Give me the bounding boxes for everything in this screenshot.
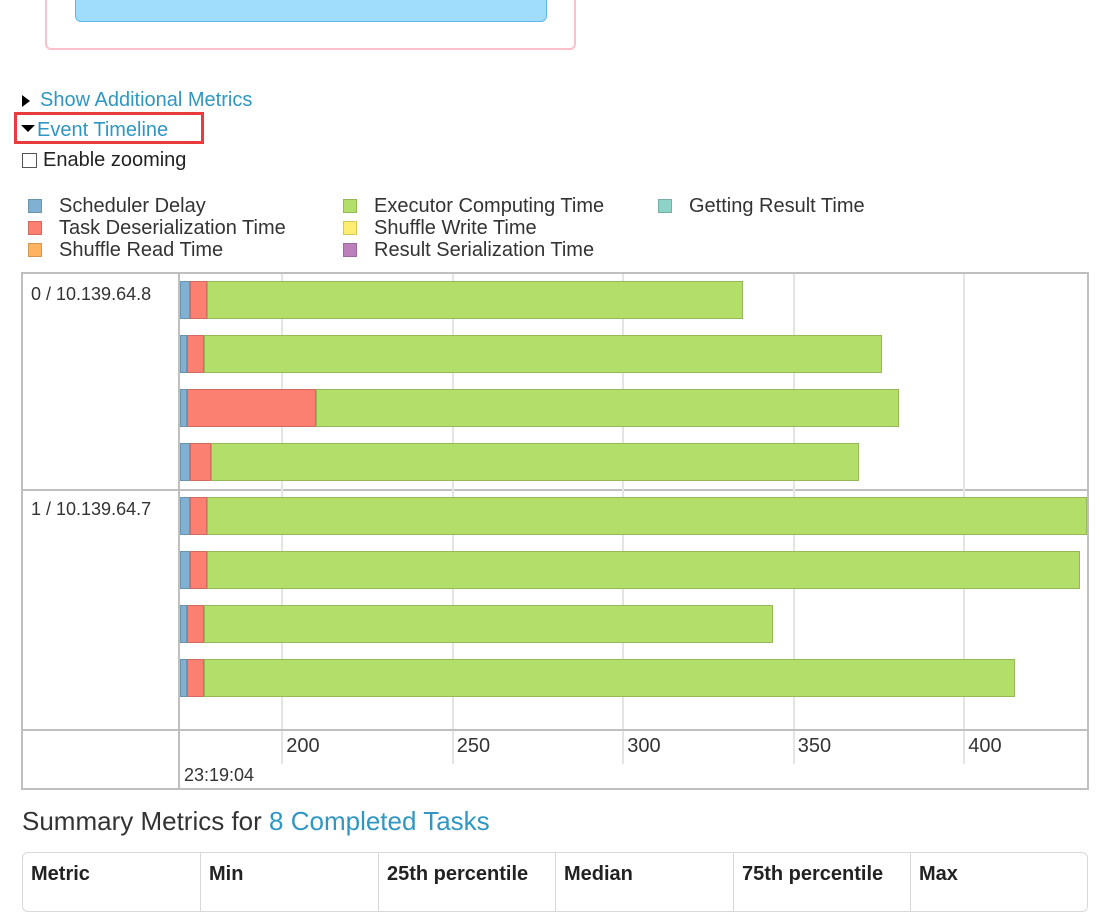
enable-zooming-label: Enable zooming — [43, 149, 187, 171]
task-deserialization-segment[interactable] — [190, 497, 208, 535]
legend-label: Getting Result Time — [689, 195, 865, 217]
scheduler-delay-segment[interactable] — [180, 335, 187, 373]
event-timeline-toggle[interactable]: Event Timeline — [14, 112, 204, 144]
executor-computing-segment[interactable] — [207, 281, 743, 319]
legend-label: Executor Computing Time — [374, 195, 605, 217]
col-header-75th[interactable]: 75th percentile — [742, 863, 883, 886]
axis-tick-200 — [281, 731, 284, 764]
scheduler-delay-segment[interactable] — [180, 659, 187, 697]
column-divider — [200, 853, 201, 911]
collapse-arrow-icon — [21, 125, 35, 132]
event-timeline-chart[interactable]: 0 / 10.139.64.8 1 / 10.139.64.7 200 250 30… — [21, 272, 1089, 790]
axis-tick-label: 400 — [968, 735, 1002, 757]
col-header-metric[interactable]: Metric — [31, 863, 90, 886]
task-deserialization-segment[interactable] — [190, 281, 208, 319]
axis-tick-label: 350 — [797, 735, 832, 757]
summary-title-prefix: Summary Metrics for — [22, 806, 270, 836]
executor-computing-segment[interactable] — [203, 605, 774, 643]
legend-swatch — [343, 243, 357, 257]
legend-swatch — [343, 199, 357, 213]
legend-label: Task Deserialization Time — [59, 217, 286, 239]
executor-computing-segment[interactable] — [203, 659, 1016, 697]
scheduler-delay-segment[interactable] — [180, 605, 187, 643]
col-header-min[interactable]: Min — [209, 863, 243, 886]
executor-computing-segment[interactable] — [207, 551, 1081, 589]
axis-tick-300 — [622, 731, 625, 764]
axis-divider — [23, 729, 1087, 731]
dag-stage-node[interactable] — [75, 0, 547, 22]
task-deserialization-segment[interactable] — [190, 443, 211, 481]
legend-label: Shuffle Read Time — [59, 239, 224, 261]
event-timeline-link[interactable]: Event Timeline — [37, 119, 168, 141]
task-deserialization-segment[interactable] — [190, 551, 208, 589]
column-divider — [555, 853, 556, 911]
enable-zooming-checkbox[interactable] — [22, 153, 37, 168]
executor-computing-segment[interactable] — [203, 335, 883, 373]
executor-label-1: 1 / 10.139.64.7 — [31, 499, 152, 519]
scheduler-delay-segment[interactable] — [180, 497, 191, 535]
show-additional-metrics-link[interactable]: Show Additional Metrics — [40, 89, 252, 111]
axis-date-label: 23:19:04 — [184, 765, 255, 785]
axis-tick-350 — [792, 731, 795, 764]
group-divider — [23, 489, 1087, 491]
column-divider — [378, 853, 379, 911]
axis-tick-label: 250 — [456, 735, 491, 757]
legend-label: Result Serialization Time — [374, 239, 595, 261]
executor-computing-segment[interactable] — [210, 443, 859, 481]
legend-swatch — [343, 221, 357, 235]
col-header-median[interactable]: Median — [564, 863, 633, 886]
expand-arrow-icon — [22, 95, 30, 107]
col-header-25th[interactable]: 25th percentile — [387, 863, 528, 886]
scheduler-delay-segment[interactable] — [180, 443, 191, 481]
column-divider — [910, 853, 911, 911]
summary-metrics-title: Summary Metrics for 8 Completed Tasks — [22, 806, 490, 837]
column-divider — [733, 853, 734, 911]
legend-label: Scheduler Delay — [59, 195, 206, 217]
show-additional-metrics-toggle[interactable]: Show Additional Metrics — [22, 88, 252, 112]
task-deserialization-segment[interactable] — [186, 389, 317, 427]
task-deserialization-segment[interactable] — [186, 659, 204, 697]
scheduler-delay-segment[interactable] — [180, 389, 187, 427]
legend-swatch — [28, 221, 42, 235]
task-deserialization-segment[interactable] — [186, 605, 204, 643]
summary-metrics-table: Metric Min 25th percentile Median 75th p… — [22, 852, 1088, 912]
scheduler-delay-segment[interactable] — [180, 281, 191, 319]
enable-zooming-row[interactable]: Enable zooming — [22, 148, 186, 172]
legend-swatch — [658, 199, 672, 213]
executor-computing-segment[interactable] — [207, 497, 1087, 535]
legend-swatch — [28, 199, 42, 213]
executor-label-0: 0 / 10.139.64.8 — [31, 284, 152, 304]
axis-tick-label: 200 — [286, 735, 320, 757]
axis-tick-400 — [963, 731, 966, 764]
completed-tasks-link[interactable]: 8 Completed Tasks — [269, 806, 490, 836]
legend-label: Shuffle Write Time — [374, 217, 537, 239]
axis-tick-250 — [451, 731, 454, 764]
scheduler-delay-segment[interactable] — [180, 551, 191, 589]
col-header-max[interactable]: Max — [919, 863, 958, 886]
legend-swatch — [28, 243, 42, 257]
task-deserialization-segment[interactable] — [186, 335, 204, 373]
executor-computing-segment[interactable] — [316, 389, 900, 427]
axis-tick-label: 300 — [627, 735, 661, 757]
